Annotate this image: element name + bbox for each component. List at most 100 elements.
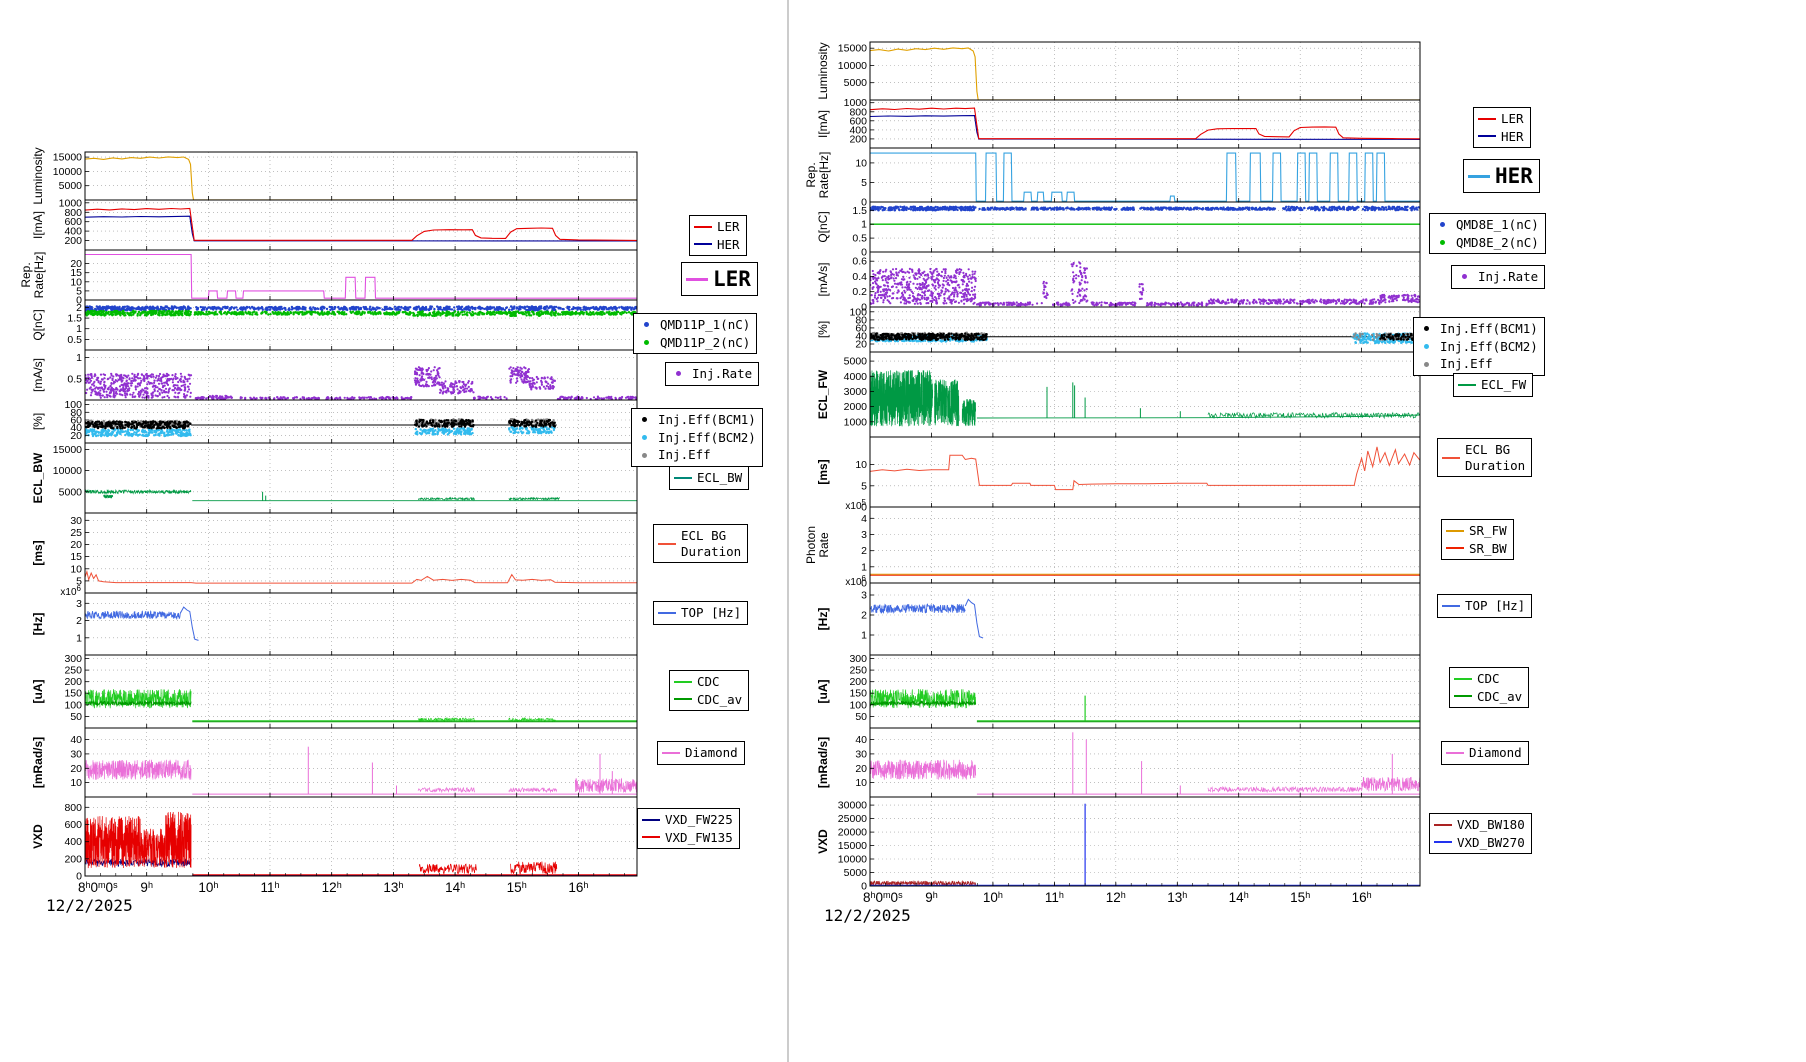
panel-divider (787, 0, 789, 1062)
svg-text:Luminosity: Luminosity (31, 147, 45, 204)
svg-text:Rep.: Rep. (19, 262, 33, 287)
subplot-series (84, 305, 638, 317)
svg-text:1: 1 (76, 632, 82, 644)
svg-text:15000: 15000 (53, 444, 82, 456)
svg-text:20: 20 (70, 763, 82, 775)
svg-text:1000: 1000 (59, 197, 83, 209)
svg-text:[uA]: [uA] (31, 680, 45, 704)
subplot-series (870, 804, 1420, 886)
svg-text:5000: 5000 (59, 486, 83, 498)
svg-text:5000: 5000 (844, 77, 868, 89)
svg-text:10: 10 (70, 777, 82, 789)
series-top (965, 599, 983, 638)
svg-text:[Hz]: [Hz] (31, 613, 45, 636)
series-top (181, 607, 199, 640)
series-luminosity (870, 48, 1420, 100)
svg-text:3: 3 (76, 598, 82, 610)
svg-text:15h: 15h (507, 880, 527, 895)
svg-text:10000: 10000 (838, 60, 867, 72)
svg-text:8h0m0s: 8h0m0s (78, 880, 118, 895)
svg-text:VXD: VXD (31, 824, 45, 849)
subplot-series (870, 599, 983, 638)
svg-text:10000: 10000 (53, 465, 82, 477)
svg-text:11h: 11h (260, 880, 279, 895)
subplot-series (870, 48, 1420, 100)
series-ler (870, 108, 1420, 139)
svg-text:12h: 12h (322, 880, 342, 895)
subplot-series (870, 153, 1420, 201)
svg-text:400: 400 (64, 836, 82, 848)
series-ecl-bg-duration (870, 447, 1420, 490)
svg-text:1: 1 (76, 323, 82, 335)
svg-text:15000: 15000 (53, 152, 82, 164)
series-her (870, 116, 1420, 140)
date-label-right: 12/2/2025 (824, 906, 911, 925)
svg-text:2: 2 (76, 302, 82, 314)
subplot-series (870, 447, 1420, 490)
svg-text:16h: 16h (568, 880, 588, 895)
svg-text:100: 100 (64, 399, 82, 411)
subplot-series (870, 370, 1420, 426)
svg-text:100: 100 (64, 699, 82, 711)
svg-text:[mRad/s]: [mRad/s] (31, 737, 45, 788)
subplot-series (869, 261, 1421, 306)
charts-svg: 50001000015000Luminosity2004006008001000… (0, 0, 1806, 1062)
date-label-left: 12/2/2025 (46, 896, 133, 915)
subplot-series (870, 732, 1420, 794)
svg-text:600: 600 (64, 819, 82, 831)
series-her (85, 216, 637, 241)
svg-text:1: 1 (76, 352, 82, 364)
series-luminosity (85, 157, 637, 200)
svg-text:250: 250 (64, 665, 82, 677)
series-ler-rep-rate (85, 255, 637, 299)
svg-text:200: 200 (64, 676, 82, 688)
subplot-series (870, 689, 1420, 722)
subplot-series (870, 108, 1420, 139)
svg-text:150: 150 (64, 688, 82, 700)
svg-text:10h: 10h (198, 880, 218, 895)
svg-text:14h: 14h (445, 880, 465, 895)
svg-text:30: 30 (70, 748, 82, 760)
subplot-series (85, 208, 637, 241)
subplot-series (85, 255, 637, 299)
svg-text:200: 200 (64, 853, 82, 865)
subplot-series (85, 157, 637, 200)
subplot-series (84, 366, 637, 400)
svg-text:0.5: 0.5 (67, 334, 82, 346)
svg-text:25: 25 (70, 527, 82, 539)
subplot-series (869, 332, 1421, 345)
svg-text:10: 10 (70, 563, 82, 575)
svg-text:[%]: [%] (31, 413, 45, 430)
svg-text:15000: 15000 (838, 43, 867, 55)
svg-text:9h: 9h (140, 880, 153, 895)
panel-left: 50001000015000Luminosity2004006008001000… (19, 147, 638, 895)
svg-text:50: 50 (70, 711, 82, 723)
beam-monitor-dashboard: 50001000015000Luminosity2004006008001000… (0, 0, 1806, 1062)
svg-text:10000: 10000 (53, 166, 82, 178)
svg-text:2: 2 (76, 615, 82, 627)
svg-text:x106: x106 (60, 584, 81, 598)
series-ecl-bg-duration (85, 572, 637, 583)
svg-text:13h: 13h (383, 880, 403, 895)
svg-text:300: 300 (64, 653, 82, 665)
svg-text:Rate[Hz]: Rate[Hz] (32, 252, 46, 299)
subplot-series (85, 572, 637, 583)
svg-text:20: 20 (70, 258, 82, 270)
subplot-series (870, 574, 1420, 575)
series-ler (85, 208, 637, 240)
svg-text:0.5: 0.5 (67, 373, 82, 385)
svg-text:[mA/s]: [mA/s] (31, 358, 45, 392)
svg-text:ECL_BW: ECL_BW (31, 452, 45, 503)
subplot-series (85, 607, 199, 640)
panel-right: 50001000015000Luminosity2004006008001000… (804, 42, 1421, 905)
svg-text:[ms]: [ms] (31, 540, 45, 565)
svg-text:40: 40 (70, 734, 82, 746)
subplot-series (85, 812, 637, 875)
svg-text:20: 20 (70, 539, 82, 551)
svg-text:Q[nC]: Q[nC] (31, 309, 45, 340)
svg-text:5000: 5000 (59, 180, 83, 192)
svg-text:I[mA]: I[mA] (31, 211, 45, 239)
svg-text:1.5: 1.5 (67, 313, 82, 325)
series-her-rep-rate (870, 153, 1420, 201)
svg-text:15: 15 (70, 551, 82, 563)
